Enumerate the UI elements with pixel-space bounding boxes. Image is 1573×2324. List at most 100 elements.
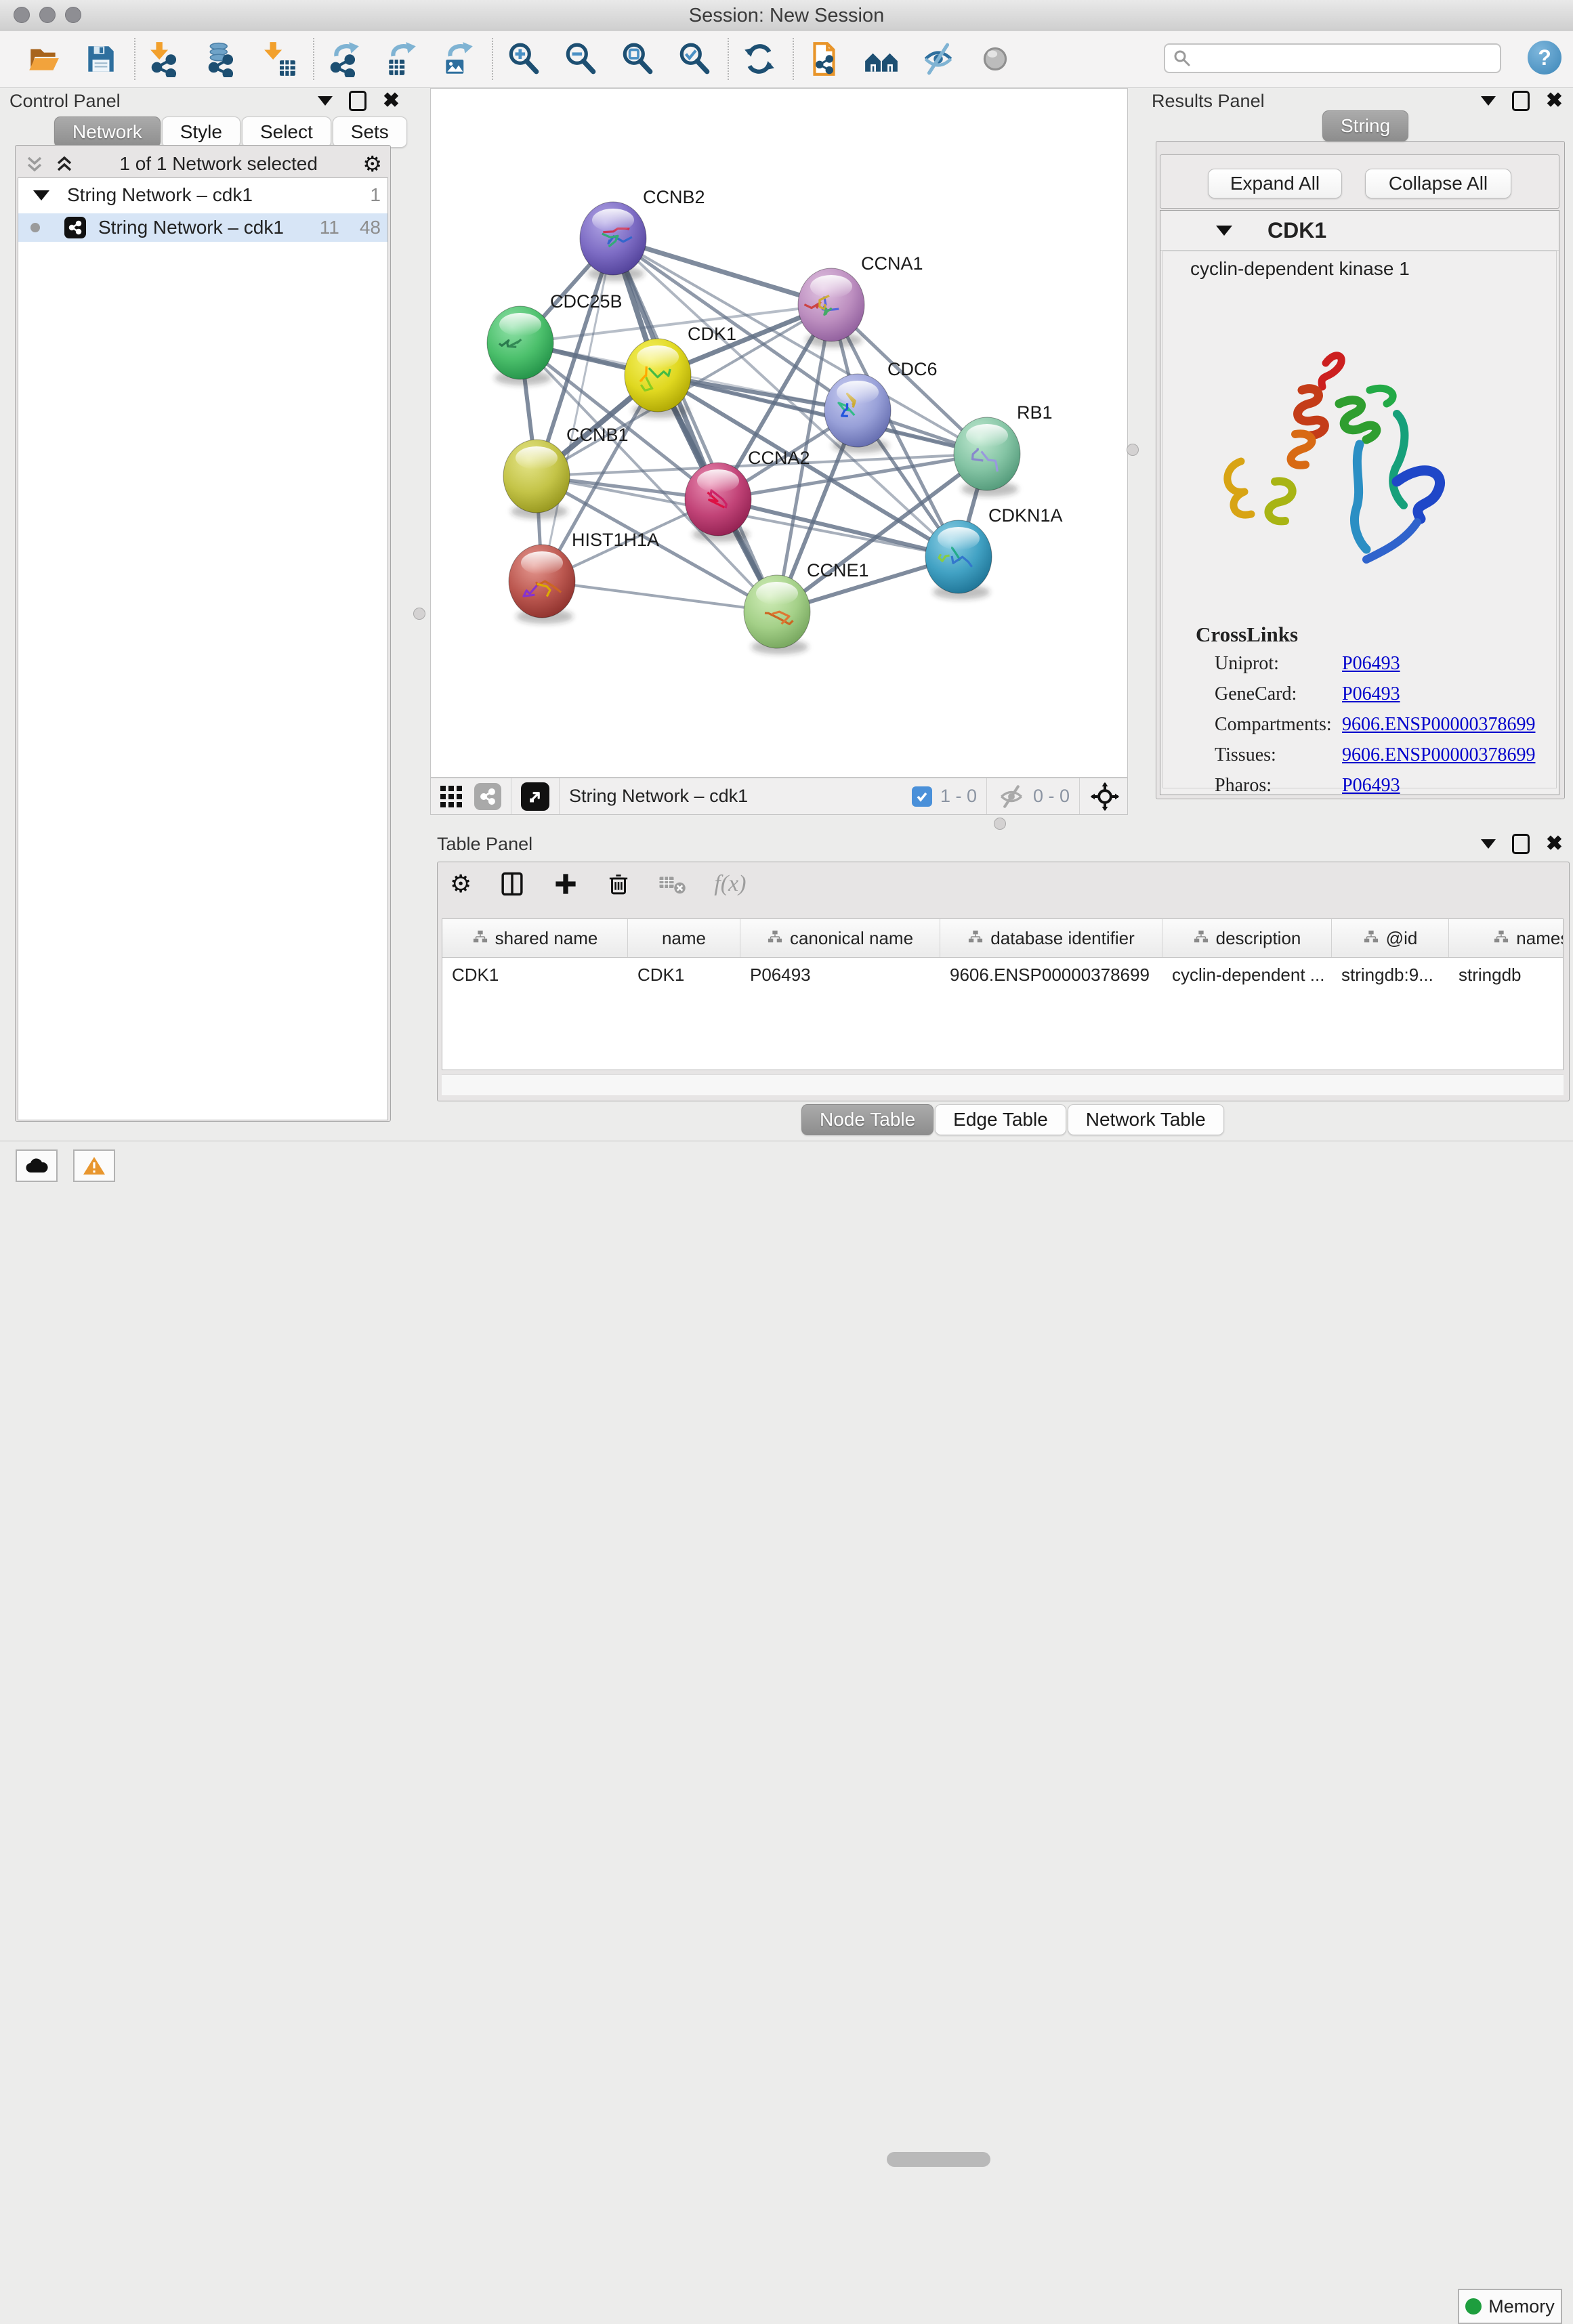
- column-header-description[interactable]: description: [1162, 919, 1332, 957]
- table-cell[interactable]: CDK1: [442, 965, 628, 986]
- panel-close-icon[interactable]: ✖: [383, 91, 400, 111]
- node-HIST1H1A[interactable]: [509, 545, 575, 624]
- warning-button[interactable]: [73, 1149, 115, 1182]
- selected-nodes-checkbox[interactable]: [912, 786, 932, 807]
- node-CCNB1[interactable]: [503, 440, 570, 519]
- table-gear-icon[interactable]: ⚙: [450, 870, 471, 898]
- share-network-icon[interactable]: [474, 783, 501, 810]
- zoom-selected-icon[interactable]: [675, 39, 714, 79]
- scrollbar-thumb[interactable]: [887, 2152, 990, 2167]
- edge-HIST1H1A-CCNE1[interactable]: [542, 581, 777, 612]
- column-header-@id[interactable]: @id: [1332, 919, 1449, 957]
- delete-table-icon[interactable]: [658, 872, 687, 895]
- grid-view-icon[interactable]: [438, 783, 465, 810]
- table-cell[interactable]: stringdb:9...: [1332, 965, 1449, 986]
- edge-CCNA2-CDKN1A[interactable]: [718, 499, 959, 557]
- memory-button[interactable]: Memory: [1458, 2289, 1562, 2324]
- collapse-all-icon[interactable]: [24, 154, 45, 174]
- crosslink-link[interactable]: P06493: [1342, 653, 1400, 675]
- open-session-icon[interactable]: [24, 39, 64, 79]
- network-tree-row[interactable]: String Network – cdk1 11 48: [18, 213, 387, 242]
- crosslink-link[interactable]: 9606.ENSP00000378699: [1342, 744, 1535, 766]
- network-options-gear-icon[interactable]: ⚙: [362, 151, 382, 177]
- node-CDK1[interactable]: [625, 339, 691, 418]
- expand-all-icon[interactable]: [54, 154, 75, 174]
- fx-icon[interactable]: f(x): [714, 871, 746, 897]
- tab-select[interactable]: Select: [242, 117, 331, 148]
- expand-all-button[interactable]: Expand All: [1208, 169, 1342, 198]
- node-CCNA1[interactable]: [798, 268, 864, 347]
- table-cell[interactable]: cyclin-dependent ...: [1162, 965, 1332, 986]
- gene-card-header[interactable]: CDK1: [1160, 211, 1559, 251]
- help-button[interactable]: ?: [1528, 41, 1561, 75]
- node-CCNB2[interactable]: [580, 202, 646, 281]
- panel-float-icon[interactable]: [1512, 91, 1530, 111]
- vertical-splitter-handle[interactable]: [1127, 444, 1139, 456]
- horizontal-splitter-handle[interactable]: [994, 818, 1006, 830]
- tab-node-table[interactable]: Node Table: [801, 1104, 934, 1135]
- edge-CCNB2-CCNA1[interactable]: [613, 238, 831, 305]
- tab-string[interactable]: String: [1322, 110, 1408, 142]
- column-header-canonical-name[interactable]: canonical name: [740, 919, 940, 957]
- node-CCNE1[interactable]: [744, 575, 810, 654]
- table-cell[interactable]: CDK1: [628, 965, 740, 986]
- export-table-icon[interactable]: [382, 39, 421, 79]
- network-tree-root-row[interactable]: String Network – cdk1 1: [18, 178, 387, 208]
- search-input[interactable]: [1164, 43, 1501, 73]
- vertical-splitter-handle[interactable]: [413, 608, 425, 620]
- export-image-icon[interactable]: [439, 39, 478, 79]
- gene-expander-icon[interactable]: [1216, 226, 1232, 236]
- horizontal-scrollbar[interactable]: [442, 1074, 1564, 1095]
- tab-sets[interactable]: Sets: [333, 117, 407, 148]
- zoom-in-icon[interactable]: [504, 39, 543, 79]
- column-header-shared-name[interactable]: shared name: [442, 919, 628, 957]
- table-cell[interactable]: 9606.ENSP00000378699: [940, 965, 1162, 986]
- birdseye-view-icon[interactable]: [521, 782, 549, 811]
- add-column-icon[interactable]: [553, 871, 579, 897]
- import-table-icon[interactable]: [260, 39, 299, 79]
- crosslink-link[interactable]: 9606.ENSP00000378699: [1342, 714, 1535, 736]
- panel-close-icon[interactable]: ✖: [1546, 91, 1563, 111]
- hide-unhide-icon[interactable]: [919, 39, 958, 79]
- zoom-out-icon[interactable]: [561, 39, 600, 79]
- tab-style[interactable]: Style: [162, 117, 240, 148]
- panel-collapse-icon[interactable]: [318, 96, 333, 106]
- column-header-database-identifier[interactable]: database identifier: [940, 919, 1162, 957]
- tab-network-table[interactable]: Network Table: [1068, 1104, 1224, 1135]
- cloud-button[interactable]: [16, 1149, 58, 1182]
- hidden-eye-icon[interactable]: [997, 784, 1026, 809]
- panel-close-icon[interactable]: ✖: [1546, 834, 1563, 854]
- column-header-name[interactable]: name: [628, 919, 740, 957]
- panel-collapse-icon[interactable]: [1481, 96, 1496, 106]
- table-cell[interactable]: stringdb: [1449, 965, 1564, 986]
- export-network-icon[interactable]: [325, 39, 364, 79]
- table-cell[interactable]: P06493: [740, 965, 940, 986]
- panel-float-icon[interactable]: [1512, 834, 1530, 854]
- network-canvas[interactable]: CCNB2CCNA1CDC25BCDK1CDC6RB1CCNB1CCNA2CDK…: [430, 88, 1128, 778]
- import-string-document-icon[interactable]: [805, 39, 844, 79]
- zoom-fit-icon[interactable]: [618, 39, 657, 79]
- node-table[interactable]: shared namenamecanonical namedatabase id…: [442, 918, 1564, 1070]
- node-RB1[interactable]: [954, 417, 1020, 497]
- import-network-file-icon[interactable]: [146, 39, 186, 79]
- panel-float-icon[interactable]: [349, 91, 366, 111]
- crosslink-link[interactable]: P06493: [1342, 683, 1400, 705]
- node-CDKN1A[interactable]: [925, 520, 992, 599]
- crosshair-icon[interactable]: [1089, 781, 1120, 812]
- tab-edge-table[interactable]: Edge Table: [935, 1104, 1066, 1135]
- tab-network[interactable]: Network: [54, 117, 161, 148]
- string-home-icon[interactable]: [862, 39, 901, 79]
- crosslink-link[interactable]: P06493: [1342, 775, 1400, 797]
- import-network-database-icon[interactable]: [203, 39, 243, 79]
- columns-icon[interactable]: [499, 870, 526, 897]
- node-CCNA2[interactable]: [685, 463, 751, 542]
- save-session-icon[interactable]: [81, 39, 121, 79]
- panel-collapse-icon[interactable]: [1481, 839, 1496, 849]
- refresh-layout-icon[interactable]: [740, 39, 779, 79]
- delete-column-icon[interactable]: [606, 871, 631, 897]
- column-header-namespace[interactable]: namespace: [1449, 919, 1564, 957]
- table-row[interactable]: CDK1CDK1P064939606.ENSP00000378699cyclin…: [442, 958, 1563, 992]
- node-CDC25B[interactable]: [487, 306, 553, 385]
- collapse-all-button[interactable]: Collapse All: [1365, 169, 1511, 198]
- tree-expander-icon[interactable]: [33, 190, 49, 200]
